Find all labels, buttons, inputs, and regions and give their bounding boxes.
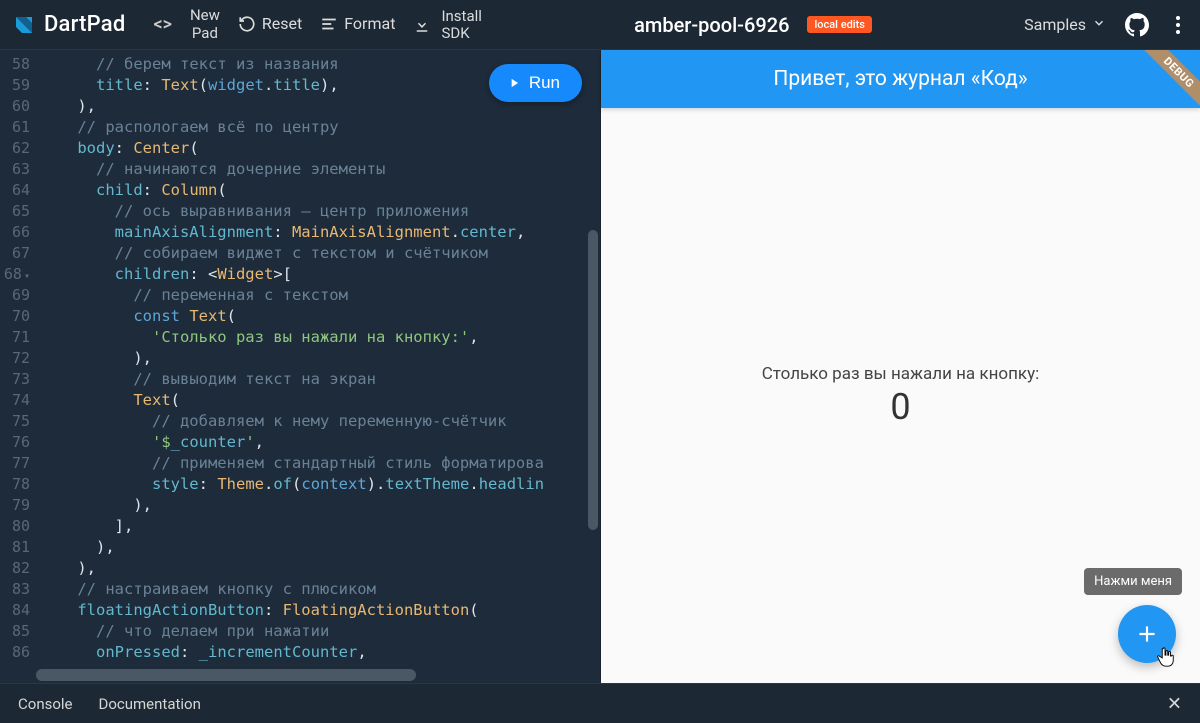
line-gutter: 5859606162636465666768697071727374757677…: [0, 50, 36, 683]
logo: DartPad: [12, 12, 125, 37]
brand-name: DartPad: [44, 12, 125, 37]
code-toggle-icon[interactable]: <>: [153, 14, 172, 35]
floating-action-button[interactable]: [1118, 605, 1176, 663]
install-sdk-button[interactable]: Install SDK: [413, 8, 481, 41]
samples-label: Samples: [1024, 15, 1086, 34]
install-label-1: Install: [441, 8, 481, 25]
more-menu-icon[interactable]: [1168, 16, 1188, 34]
install-label-2: SDK: [441, 25, 481, 42]
local-edits-badge: local edits: [807, 16, 871, 33]
format-button[interactable]: Format: [320, 15, 395, 33]
vertical-scrollbar[interactable]: [588, 50, 598, 683]
samples-dropdown[interactable]: Samples: [1024, 15, 1106, 34]
format-icon: [320, 15, 338, 33]
documentation-tab[interactable]: Documentation: [99, 695, 201, 713]
download-icon: [413, 16, 431, 34]
new-pad-button[interactable]: New Pad: [190, 7, 220, 42]
github-icon[interactable]: [1124, 12, 1150, 38]
code-editor[interactable]: 5859606162636465666768697071727374757677…: [0, 50, 600, 683]
run-label: Run: [529, 73, 560, 93]
bottom-bar: Console Documentation ✕: [0, 683, 1200, 723]
chevron-down-icon: [1092, 15, 1106, 34]
preview-appbar: Привет, это журнал «Код»: [601, 50, 1200, 108]
app-preview: Привет, это журнал «Код» DEBUG Столько р…: [600, 50, 1200, 683]
preview-body: Столько раз вы нажали на кнопку: 0: [601, 108, 1200, 683]
counter-value: 0: [890, 386, 910, 428]
console-tab[interactable]: Console: [18, 695, 73, 713]
horizontal-scrollbar[interactable]: [36, 669, 584, 681]
top-bar: DartPad <> New Pad Reset Format Install …: [0, 0, 1200, 50]
counter-label: Столько раз вы нажали на кнопку:: [762, 364, 1040, 384]
appbar-title: Привет, это журнал «Код»: [773, 67, 1027, 91]
fab-tooltip: Нажми меня: [1084, 568, 1182, 595]
run-button[interactable]: Run: [489, 64, 582, 102]
format-label: Format: [344, 15, 395, 33]
reset-label: Reset: [262, 15, 302, 33]
new-pad-label-2: Pad: [192, 25, 218, 42]
main-area: 5859606162636465666768697071727374757677…: [0, 50, 1200, 683]
close-icon[interactable]: ✕: [1167, 693, 1182, 714]
new-pad-label-1: New: [190, 7, 220, 24]
code-content[interactable]: // берем текст из названия title: Text(w…: [40, 50, 600, 665]
reset-icon: [238, 15, 256, 33]
project-name[interactable]: amber-pool-6926: [634, 13, 789, 37]
dart-logo-icon: [12, 13, 36, 37]
reset-button[interactable]: Reset: [238, 15, 302, 33]
